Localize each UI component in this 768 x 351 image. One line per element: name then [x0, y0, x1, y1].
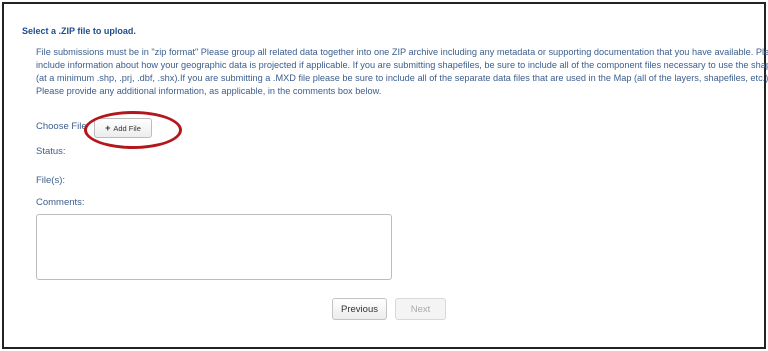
instructions-line: (at a minimum .shp, .prj, .dbf, .shx).If…	[36, 73, 768, 83]
next-button[interactable]: Next	[395, 298, 446, 320]
page-title: Select a .ZIP file to upload.	[22, 26, 136, 36]
instructions-line: Please provide any additional informatio…	[36, 86, 382, 96]
comments-field[interactable]	[36, 214, 392, 280]
add-file-label: Add File	[113, 123, 141, 133]
instructions-line: include information about how your geogr…	[36, 60, 768, 70]
upload-instructions: File submissions must be in "zip format"…	[36, 46, 768, 98]
plus-icon: +	[105, 122, 111, 133]
status-label: Status:	[36, 146, 66, 157]
instructions-line: File submissions must be in "zip format"…	[36, 47, 768, 57]
upload-panel: Select a .ZIP file to upload. File submi…	[2, 2, 768, 349]
previous-button[interactable]: Previous	[332, 298, 387, 320]
add-file-button[interactable]: + Add File	[94, 118, 152, 138]
choose-file-label: Choose File	[36, 121, 87, 132]
comments-label: Comments:	[36, 197, 85, 208]
files-label: File(s):	[36, 175, 66, 186]
